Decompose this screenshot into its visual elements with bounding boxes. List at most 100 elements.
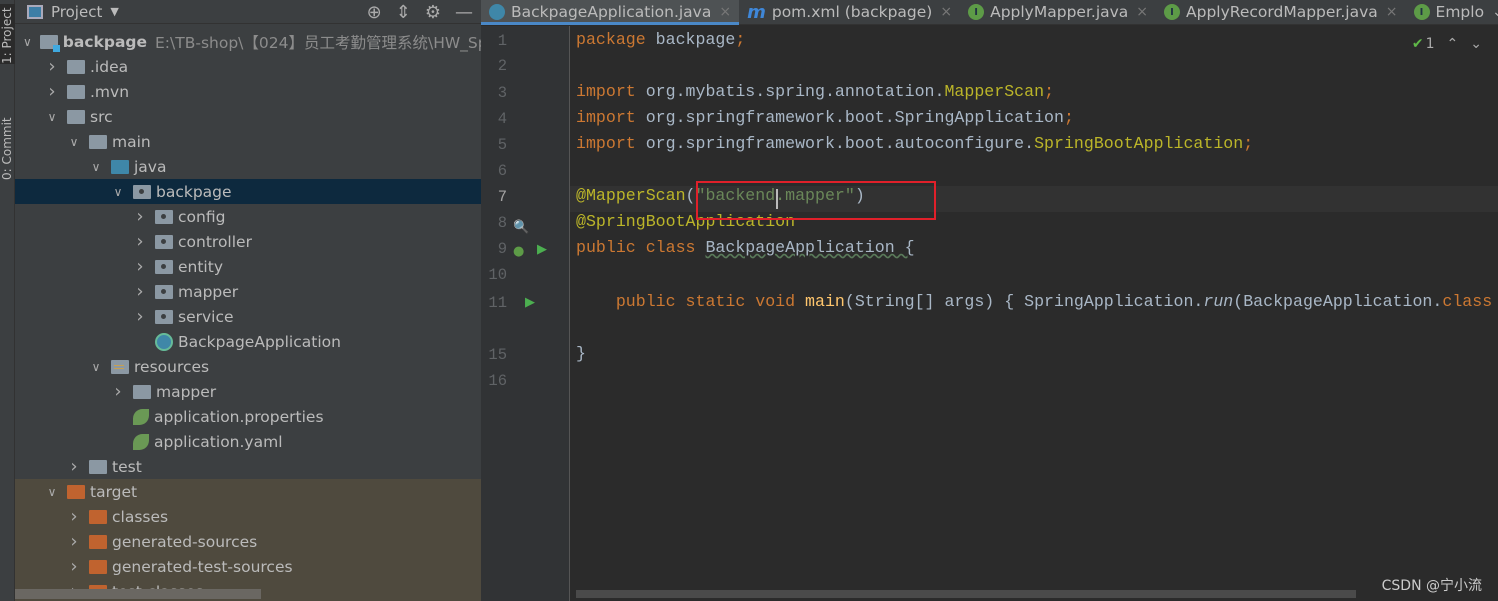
chevron-right-icon[interactable]: › <box>67 456 81 477</box>
tree-item[interactable]: › mapper <box>15 279 481 304</box>
chevron-down-icon[interactable]: ∨ <box>23 35 32 49</box>
tree-item[interactable]: › controller <box>15 229 481 254</box>
tree-item-label: generated-sources <box>112 532 258 551</box>
tree-item[interactable]: BackpageApplication <box>15 329 481 354</box>
editor-tab[interactable]: I ApplyRecordMapper.java × <box>1156 0 1406 24</box>
tree-item-label: target <box>90 482 138 501</box>
close-tab-icon[interactable]: × <box>719 4 731 20</box>
spring-bean-icon[interactable]: 🔍 <box>513 220 529 235</box>
more-tabs-icon[interactable]: ⌄ <box>1492 4 1498 20</box>
tree-item[interactable]: › generated-sources <box>15 529 481 554</box>
code-editor[interactable]: package backpage; import org.mybatis.spri… <box>576 26 1498 601</box>
chevron-right-icon[interactable]: › <box>45 56 59 77</box>
collapse-all-icon[interactable]: ⇕ <box>396 2 411 23</box>
tree-horizontal-scrollbar[interactable] <box>15 589 261 599</box>
code-line[interactable]: import org.springframework.boot.SpringAp… <box>576 108 1074 134</box>
tree-item[interactable]: ∨ main <box>15 129 481 154</box>
tree-item[interactable]: › service <box>15 304 481 329</box>
close-tab-icon[interactable]: × <box>1386 4 1398 20</box>
chevron-right-icon[interactable]: › <box>67 531 81 552</box>
folder-icon <box>133 384 151 399</box>
tree-item[interactable]: › config <box>15 204 481 229</box>
tree-item[interactable]: ∨ java <box>15 154 481 179</box>
spring-app-icon[interactable]: ● <box>513 244 524 259</box>
code-line[interactable]: import org.mybatis.spring.annotation.Map… <box>576 82 1054 108</box>
editor-tab[interactable]: I Emplo ⌄ <box>1406 0 1498 24</box>
code-line[interactable]: public static void main(String[] args) {… <box>576 292 1492 318</box>
tree-item[interactable]: › mapper <box>15 379 481 404</box>
tree-item[interactable]: ∨ backpage <box>15 179 481 204</box>
code-token: package <box>576 30 656 49</box>
gear-icon[interactable]: ⚙ <box>425 2 441 23</box>
editor-tab[interactable]: I ApplyMapper.java × <box>960 0 1156 24</box>
chevron-down-icon[interactable]: ∨ <box>67 135 81 149</box>
code-line[interactable]: import org.springframework.boot.autoconf… <box>576 134 1253 160</box>
tree-item[interactable]: application.properties <box>15 404 481 429</box>
chevron-right-icon[interactable]: › <box>67 556 81 577</box>
next-highlight-icon[interactable]: ⌄ <box>1470 36 1482 52</box>
tree-item[interactable]: › .idea <box>15 54 481 79</box>
code-token: ; <box>1044 82 1055 101</box>
tree-item-label: mapper <box>178 282 239 301</box>
close-tab-icon[interactable]: × <box>1136 4 1148 20</box>
code-line[interactable]: } <box>576 344 586 370</box>
code-token: } <box>576 344 586 363</box>
code-line[interactable]: package backpage; <box>576 30 745 56</box>
line-number: 4 <box>497 110 507 128</box>
run-icon[interactable]: ▶ <box>537 242 547 257</box>
line-number: 8 <box>497 214 507 232</box>
commit-tool-tab[interactable]: 0: Commit <box>0 110 15 180</box>
code-token: org.springframework.boot.SpringApplicati… <box>645 108 1064 127</box>
tree-item[interactable]: ∨ src <box>15 104 481 129</box>
tree-item-label: classes <box>112 507 169 526</box>
tree-item[interactable]: ∨ backpage E:\TB-shop\【024】员工考勤管理系统\HW_Spr… <box>15 29 481 54</box>
tree-item-label: application.properties <box>154 407 324 426</box>
excluded-folder-icon <box>89 509 107 524</box>
tree-item-label: .idea <box>90 57 129 76</box>
code-line[interactable]: public class BackpageApplication { <box>576 238 915 264</box>
chevron-right-icon[interactable]: › <box>133 256 147 277</box>
chevron-down-icon[interactable]: ∨ <box>45 110 59 124</box>
folder-icon <box>67 59 85 74</box>
editor-horizontal-scrollbar[interactable] <box>576 590 1356 598</box>
line-number: 3 <box>497 84 507 102</box>
run-main-icon[interactable]: ▶ <box>525 295 535 310</box>
chevron-down-icon[interactable]: ∨ <box>89 360 103 374</box>
code-token: MapperScan <box>944 82 1045 101</box>
chevron-right-icon[interactable]: › <box>133 231 147 252</box>
project-tool-tab[interactable]: 1: Project <box>0 4 15 64</box>
tree-item[interactable]: › test <box>15 454 481 479</box>
chevron-right-icon[interactable]: › <box>67 506 81 527</box>
chevron-down-icon[interactable]: ∨ <box>111 185 125 199</box>
code-token: org.mybatis.spring.annotation. <box>645 82 945 101</box>
chevron-right-icon[interactable]: › <box>133 281 147 302</box>
tree-item[interactable]: › generated-test-sources <box>15 554 481 579</box>
tree-item[interactable]: ∨ resources <box>15 354 481 379</box>
editor-tab[interactable]: BackpageApplication.java × <box>481 0 740 25</box>
package-icon <box>155 284 173 299</box>
minimize-icon[interactable]: — <box>455 2 473 23</box>
chevron-down-icon[interactable]: ∨ <box>89 160 103 174</box>
previous-highlight-icon[interactable]: ⌃ <box>1447 36 1459 52</box>
close-tab-icon[interactable]: × <box>940 4 952 20</box>
code-token: public static void <box>576 292 806 311</box>
locate-icon[interactable]: ⊕ <box>367 2 382 23</box>
chevron-right-icon[interactable]: › <box>111 381 125 402</box>
chevron-right-icon[interactable]: › <box>133 206 147 227</box>
tree-item[interactable]: application.yaml <box>15 429 481 454</box>
project-view-selector[interactable]: Project <box>51 3 102 21</box>
tree-item[interactable]: ∨ target <box>15 479 481 504</box>
code-token: (String[] args) { SpringApplication. <box>844 292 1204 311</box>
chevron-down-icon[interactable]: ∨ <box>45 485 59 499</box>
tree-item[interactable]: › classes <box>15 504 481 529</box>
tree-item[interactable]: › entity <box>15 254 481 279</box>
tab-label: ApplyRecordMapper.java <box>1186 3 1378 21</box>
code-token: backpage <box>655 30 736 49</box>
interface-icon: I <box>968 4 985 20</box>
inspection-widget[interactable]: ✔ 1 ⌃ ⌄ <box>1412 36 1482 52</box>
chevron-right-icon[interactable]: › <box>45 81 59 102</box>
editor-tab[interactable]: m pom.xml (backpage) × <box>739 0 960 24</box>
chevron-down-icon[interactable]: ▼ <box>110 5 118 18</box>
chevron-right-icon[interactable]: › <box>133 306 147 327</box>
tree-item[interactable]: › .mvn <box>15 79 481 104</box>
